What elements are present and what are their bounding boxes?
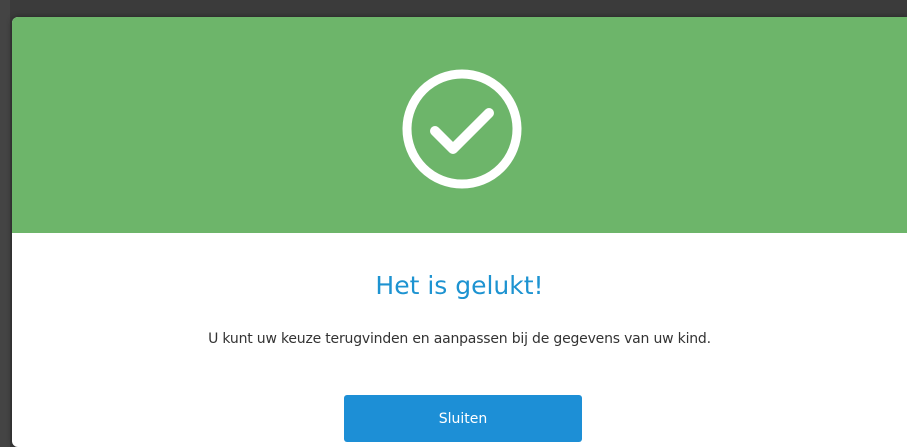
close-button[interactable]: Sluiten	[344, 395, 582, 442]
page-edge	[0, 0, 10, 447]
dialog-message: U kunt uw keuze terugvinden en aanpassen…	[208, 331, 711, 347]
dialog-header	[12, 17, 907, 233]
check-circle-icon	[402, 69, 522, 189]
dialog-body: Het is gelukt! U kunt uw keuze terugvind…	[12, 233, 907, 447]
success-dialog: Het is gelukt! U kunt uw keuze terugvind…	[12, 17, 907, 447]
dialog-title: Het is gelukt!	[375, 271, 544, 300]
